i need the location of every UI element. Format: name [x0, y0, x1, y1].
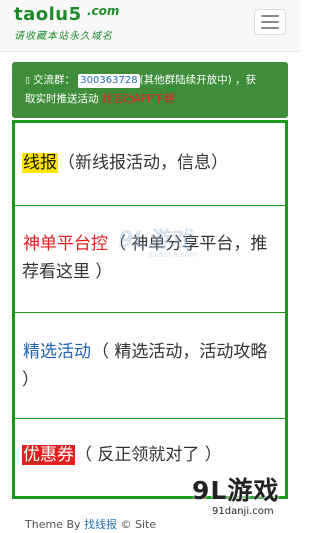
- site-footer: Theme By 找线报 © Site: [25, 516, 156, 532]
- list-item-tag[interactable]: 线报: [22, 153, 58, 173]
- list-item-desc: （ 反正领就对了 ）: [75, 445, 222, 465]
- footer-author-link[interactable]: 找线报: [84, 518, 117, 531]
- site-header: taolu5 .com 请收藏本站永久域名: [0, 0, 300, 52]
- category-list: 线报（新线报活动，信息） 神单平台控（ 神单分享平台，推荐看这里 ） 精选活动（…: [12, 120, 288, 499]
- notice-line2-prefix: 取实时推送活动: [25, 93, 102, 105]
- notice-banner: ▯ 交流群： 300363728 (其他群陆续开放中) ，获 取实时推送活动 找活动…: [12, 62, 288, 118]
- list-item-shendan[interactable]: 神单平台控（ 神单分享平台，推荐看这里 ）: [15, 206, 285, 313]
- logo-domain-suffix: .com: [87, 4, 120, 18]
- list-item-tag[interactable]: 精选活动: [22, 342, 92, 362]
- logo-text: taolu5: [14, 4, 82, 25]
- app-download-link[interactable]: 找活动APP下载: [102, 93, 174, 105]
- notice-prefix: 交流群：: [32, 74, 75, 86]
- watermark-logo: 9L游戏: [192, 476, 280, 505]
- list-item-desc: （新线报活动，信息）: [58, 153, 228, 173]
- menu-line-icon: [261, 27, 279, 29]
- list-item-tag[interactable]: 神单平台控: [22, 234, 109, 254]
- chat-bubble-icon: ▯: [25, 76, 30, 86]
- watermark-domain: 91danji.com: [212, 506, 274, 517]
- notice-line1-suffix: (其他群陆续开放中) ，获: [139, 74, 257, 86]
- site-logo[interactable]: taolu5 .com 请收藏本站永久域名: [14, 4, 119, 42]
- footer-prefix: Theme By: [25, 518, 84, 531]
- logo-slogan: 请收藏本站永久域名: [14, 31, 113, 42]
- footer-middle: © Site: [117, 518, 157, 531]
- list-item-xianbao[interactable]: 线报（新线报活动，信息）: [15, 123, 285, 206]
- list-item-tag[interactable]: 优惠券: [22, 445, 75, 465]
- hamburger-menu-button[interactable]: [254, 9, 286, 35]
- menu-line-icon: [261, 21, 279, 23]
- menu-line-icon: [261, 15, 279, 17]
- watermark-corner: 9L游戏 91danji.com: [192, 476, 296, 528]
- list-item-jingxuan[interactable]: 精选活动（ 精选活动，活动攻略 ）: [15, 313, 285, 419]
- qq-group-number[interactable]: 300363728: [78, 74, 140, 88]
